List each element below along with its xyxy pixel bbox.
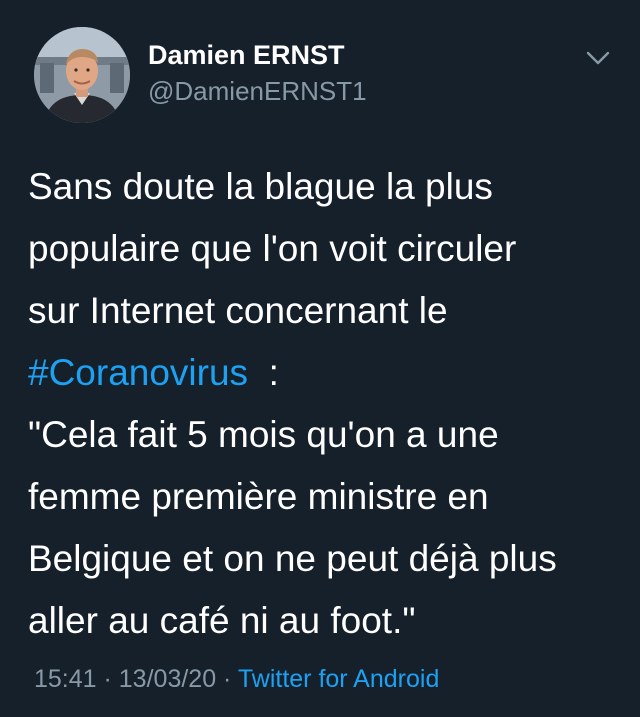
- tweet-line: femme première ministre en: [28, 476, 489, 517]
- user-handle[interactable]: @DamienERNST1: [148, 74, 367, 108]
- tweet-date[interactable]: 13/03/20: [119, 665, 216, 693]
- tweet-card: Damien ERNST @DamienERNST1 Sans doute la…: [0, 0, 640, 717]
- tweet-menu-button[interactable]: [584, 48, 612, 68]
- meta-separator: ·: [216, 665, 238, 693]
- tweet-line: populaire que l'on voit circuler: [28, 228, 517, 269]
- tweet-text: Sans doute la blague la plus populaire q…: [28, 156, 618, 652]
- avatar-photo: [34, 27, 130, 123]
- tweet-line-suffix: :: [248, 352, 279, 393]
- chevron-down-icon: [586, 51, 610, 65]
- tweet-line: sur Internet concernant le: [28, 290, 448, 331]
- avatar[interactable]: [34, 27, 130, 123]
- tweet-line: Belgique et on ne peut déjà plus: [28, 538, 557, 579]
- tweet-time[interactable]: 15:41: [34, 665, 97, 693]
- tweet-line-hashtag: #Coranovirus :: [28, 342, 618, 404]
- tweet-line: "Cela fait 5 mois qu'on a une: [28, 414, 499, 455]
- hashtag-link[interactable]: #Coranovirus: [28, 352, 248, 393]
- meta-separator: ·: [96, 665, 119, 693]
- tweet-line: Sans doute la blague la plus: [28, 166, 493, 207]
- tweet-source-link[interactable]: Twitter for Android: [238, 665, 439, 693]
- tweet-meta: 15:41 · 13/03/20 · Twitter for Android: [34, 662, 439, 696]
- author-block[interactable]: Damien ERNST @DamienERNST1: [148, 38, 367, 108]
- display-name[interactable]: Damien ERNST: [148, 38, 367, 72]
- tweet-line: aller au café ni au foot.": [28, 600, 416, 641]
